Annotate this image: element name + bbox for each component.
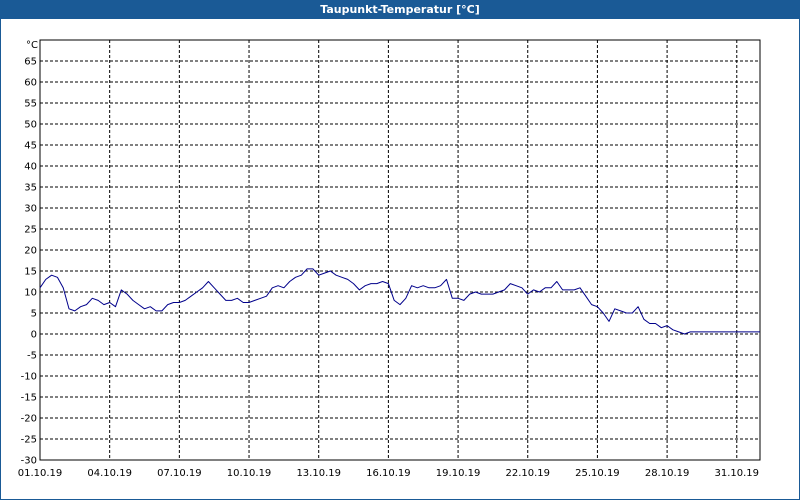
x-tick-label: 25.10.19	[575, 468, 620, 479]
y-tick-label: 50	[24, 120, 37, 131]
y-tick-label: -25	[21, 435, 37, 446]
y-tick-label: 30	[24, 204, 37, 215]
y-tick-label: 25	[24, 225, 37, 236]
grid-lines	[40, 40, 760, 460]
y-tick-label: -15	[21, 393, 37, 404]
y-tick-label: 65	[24, 57, 37, 68]
x-tick-label: 01.10.19	[18, 468, 63, 479]
x-tick-label: 16.10.19	[366, 468, 411, 479]
y-tick-label: 40	[24, 162, 37, 173]
y-tick-label: 20	[24, 246, 37, 257]
x-tick-label: 22.10.19	[505, 468, 550, 479]
y-tick-label: 15	[24, 267, 37, 278]
y-tick-label: -10	[21, 372, 37, 383]
y-tick-label: 45	[24, 141, 37, 152]
y-tick-label: 60	[24, 78, 37, 89]
chart-plot: -30 -25 -20 -15 -10 -5 0 5 10 15 20 25 30 35 40 45 50 55 6…	[18, 39, 761, 479]
x-tick-label: 07.10.19	[157, 468, 202, 479]
y-tick-label: 55	[24, 99, 37, 110]
x-tick-label: 04.10.19	[87, 468, 132, 479]
x-tick-label: 31.10.19	[715, 468, 760, 479]
y-axis-unit-label: °C	[26, 40, 38, 51]
x-tick-label: 10.10.19	[227, 468, 272, 479]
x-tick-label: 13.10.19	[296, 468, 341, 479]
y-tick-label: -30	[21, 456, 37, 467]
y-tick-label: 10	[24, 288, 37, 299]
y-tick-label: -20	[21, 414, 37, 425]
x-tick-label: 19.10.19	[436, 468, 481, 479]
y-tick-label: 5	[31, 309, 37, 320]
y-tick-label: -5	[27, 351, 37, 362]
x-tick-label: 28.10.19	[645, 468, 690, 479]
y-tick-label: 35	[24, 183, 37, 194]
y-tick-label: 0	[31, 330, 37, 341]
